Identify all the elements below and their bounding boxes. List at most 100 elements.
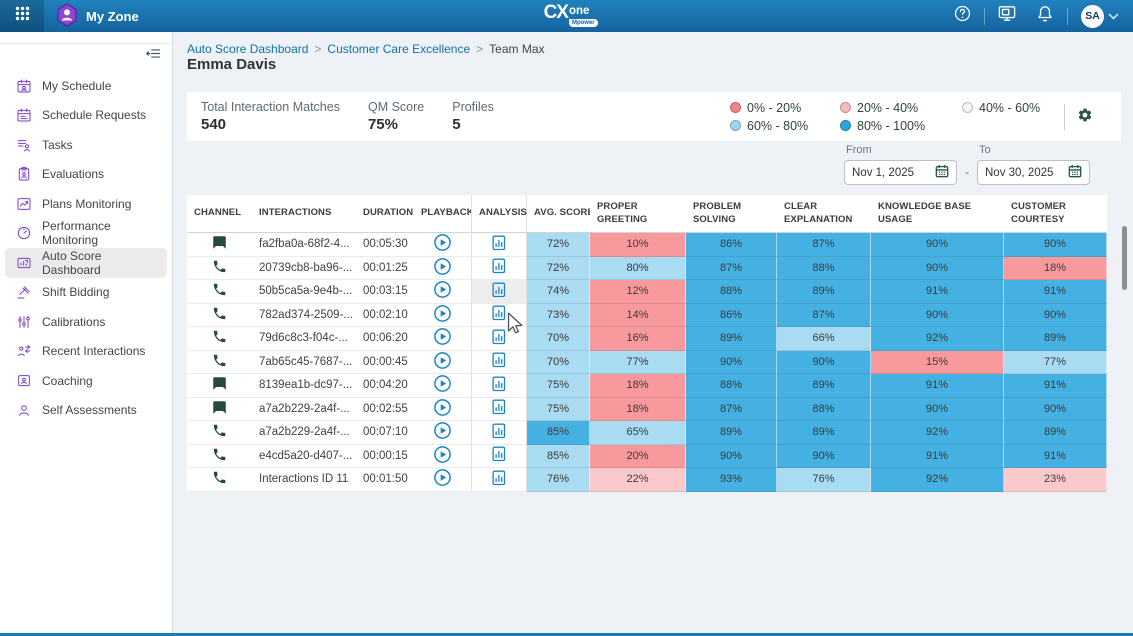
interaction-id-cell: Interactions ID 11 xyxy=(252,468,356,492)
analysis-chart-icon xyxy=(492,235,506,254)
score-cell-problem-solving: 88% xyxy=(686,280,777,304)
table-scrollbar[interactable] xyxy=(1122,226,1127,290)
stat-total-interaction-matches: Total Interaction Matches540 xyxy=(201,100,340,133)
play-icon xyxy=(434,422,451,442)
play-icon xyxy=(434,258,451,278)
analysis-button[interactable] xyxy=(492,446,506,465)
table-row: 79d6c8c3-f04c-...00:06:2070%16%89%66%92%… xyxy=(187,327,1107,351)
sidebar-item-label: Auto Score Dashboard xyxy=(42,249,159,277)
sidebar-item-shift-bidding[interactable]: Shift Bidding xyxy=(5,278,167,308)
playback-button[interactable] xyxy=(434,258,451,278)
person-icon xyxy=(15,402,32,419)
sidebar-item-coaching[interactable]: Coaching xyxy=(5,366,167,396)
analysis-button[interactable] xyxy=(492,470,506,489)
sidebar-item-schedule-requests[interactable]: Schedule Requests xyxy=(5,101,167,131)
score-cell-problem-solving: 89% xyxy=(686,327,777,351)
playback-button[interactable] xyxy=(434,469,451,489)
analysis-button[interactable] xyxy=(492,258,506,277)
analysis-button[interactable] xyxy=(492,423,506,442)
analysis-button[interactable] xyxy=(492,399,506,418)
sidebar-item-label: Recent Interactions xyxy=(42,344,145,358)
interaction-id-cell: e4cd5a20-d407-... xyxy=(252,445,356,469)
channel-cell xyxy=(187,327,252,351)
from-date-group: From Nov 1, 2025 xyxy=(844,144,957,185)
stat-value: 540 xyxy=(201,116,340,133)
table-row: Interactions ID 1100:01:5076%22%93%76%92… xyxy=(187,468,1107,492)
monitoring-button[interactable] xyxy=(988,0,1026,32)
score-cell-clear-explanation: 90% xyxy=(777,351,871,375)
sidebar-item-evaluations[interactable]: Evaluations xyxy=(5,160,167,190)
summary-stats: Total Interaction Matches540QM Score75%P… xyxy=(187,100,494,133)
analysis-cell xyxy=(471,374,527,398)
analysis-button[interactable] xyxy=(492,282,506,301)
playback-button[interactable] xyxy=(434,352,451,372)
score-cell-clear-explanation: 89% xyxy=(777,280,871,304)
sidebar-item-plans-monitoring[interactable]: Plans Monitoring xyxy=(5,189,167,219)
score-cell-proper-greeting: 77% xyxy=(590,351,686,375)
help-button[interactable] xyxy=(943,0,981,32)
column-header-knowledge-base-usage: KNOWLEDGE BASE USAGE xyxy=(871,195,1004,233)
playback-button[interactable] xyxy=(434,422,451,442)
sidebar-item-calibrations[interactable]: Calibrations xyxy=(5,307,167,337)
analysis-chart-icon xyxy=(492,352,506,371)
score-cell-avg-score: 85% xyxy=(527,421,590,445)
playback-button[interactable] xyxy=(434,446,451,466)
channel-cell xyxy=(187,468,252,492)
analysis-button[interactable] xyxy=(492,352,506,371)
analysis-chart-icon xyxy=(492,423,506,442)
sidebar-item-self-assessments[interactable]: Self Assessments xyxy=(5,396,167,426)
playback-button[interactable] xyxy=(434,375,451,395)
stat-label: QM Score xyxy=(368,100,424,114)
play-icon xyxy=(434,399,451,419)
user-menu-chevron[interactable] xyxy=(1108,7,1123,25)
play-icon xyxy=(434,328,451,348)
score-cell-problem-solving: 86% xyxy=(686,233,777,257)
breadcrumb-item-auto-score-dashboard[interactable]: Auto Score Dashboard xyxy=(187,42,308,56)
sidebar-item-performance-monitoring[interactable]: Performance Monitoring xyxy=(5,219,167,249)
from-date-input[interactable]: Nov 1, 2025 xyxy=(844,160,957,185)
analysis-chart-icon xyxy=(492,376,506,395)
to-date-value: Nov 30, 2025 xyxy=(985,167,1053,179)
sidebar-item-my-schedule[interactable]: My Schedule xyxy=(5,71,167,101)
calendar-icon xyxy=(935,164,949,181)
stat-qm-score: QM Score75% xyxy=(368,100,424,133)
analysis-button[interactable] xyxy=(492,235,506,254)
user-avatar[interactable]: SA xyxy=(1081,5,1104,28)
playback-button[interactable] xyxy=(434,328,451,348)
sidebar-collapse-button[interactable] xyxy=(144,49,163,64)
playback-cell xyxy=(414,304,471,328)
legend-dot-icon xyxy=(730,120,741,131)
to-date-input[interactable]: Nov 30, 2025 xyxy=(977,160,1090,185)
legend-label: 60% - 80% xyxy=(747,119,808,133)
analysis-button[interactable] xyxy=(492,376,506,395)
analysis-button[interactable] xyxy=(492,305,506,324)
score-cell-avg-score: 70% xyxy=(527,351,590,375)
analysis-cell xyxy=(471,233,527,257)
notifications-button[interactable] xyxy=(1026,0,1064,32)
playback-button[interactable] xyxy=(434,305,451,325)
play-icon xyxy=(434,352,451,372)
analysis-button[interactable] xyxy=(492,329,506,348)
sidebar-item-tasks[interactable]: Tasks xyxy=(5,130,167,160)
score-cell-customer-courtesy: 23% xyxy=(1004,468,1107,492)
legend-label: 40% - 60% xyxy=(979,101,1040,115)
settings-button[interactable] xyxy=(1077,107,1093,126)
playback-button[interactable] xyxy=(434,399,451,419)
breadcrumb-item-customer-care-excellence[interactable]: Customer Care Excellence xyxy=(327,42,470,56)
table-row: 8139ea1b-dc97-...00:04:2075%18%88%89%91%… xyxy=(187,374,1107,398)
app-window: My Zone CX one Mpower xyxy=(0,0,1133,636)
phone-icon xyxy=(212,447,227,465)
sidebar-item-auto-score-dashboard[interactable]: Auto Score Dashboard xyxy=(5,248,167,278)
chat-icon xyxy=(212,400,227,418)
playback-button[interactable] xyxy=(434,234,451,254)
score-cell-customer-courtesy: 91% xyxy=(1004,445,1107,469)
clipboard-user-icon xyxy=(15,166,32,183)
sidebar-item-recent-interactions[interactable]: Recent Interactions xyxy=(5,337,167,367)
analysis-chart-icon xyxy=(492,282,506,301)
legend-item-20-40-: 20% - 40% xyxy=(840,101,942,115)
playback-button[interactable] xyxy=(434,281,451,301)
app-switcher-button[interactable] xyxy=(0,0,44,32)
duration-cell: 00:01:50 xyxy=(356,468,414,492)
sidebar-item-label: Evaluations xyxy=(42,167,104,181)
score-cell-problem-solving: 88% xyxy=(686,374,777,398)
